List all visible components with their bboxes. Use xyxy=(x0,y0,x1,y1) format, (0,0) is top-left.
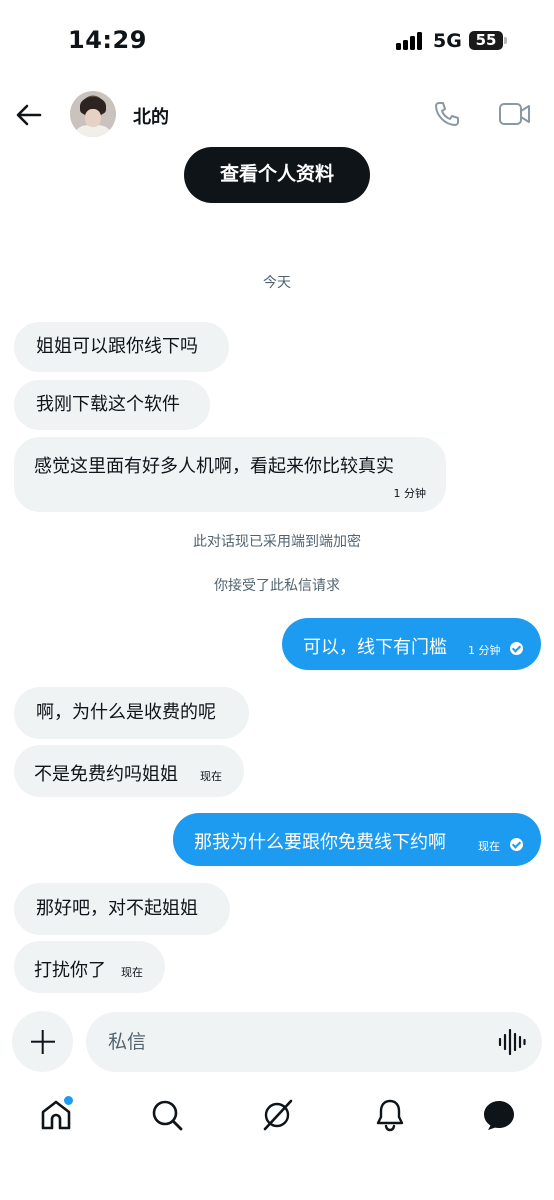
message-input-container[interactable] xyxy=(86,1012,542,1072)
date-divider: 今天 xyxy=(263,275,291,291)
conversation-name[interactable]: 北的 xyxy=(133,103,169,129)
read-check-icon xyxy=(510,642,523,655)
battery-level: 55 xyxy=(475,31,497,49)
back-arrow-icon[interactable] xyxy=(14,100,44,130)
message-bubble-incoming[interactable]: 打扰你了 现在 xyxy=(14,941,165,993)
message-bubble-incoming[interactable]: 啊，为什么是收费的呢 xyxy=(14,687,249,739)
message-bubble-incoming[interactable]: 感觉这里面有好多人机啊，看起来你比较真实 1 分钟 xyxy=(14,437,446,512)
view-profile-button[interactable]: 查看个人资料 xyxy=(184,147,370,203)
message-text: 打扰你了 xyxy=(34,960,106,981)
home-notification-dot xyxy=(62,1094,75,1107)
notifications-icon[interactable] xyxy=(373,1098,407,1132)
battery-tip xyxy=(504,37,507,44)
message-text: 啊，为什么是收费的呢 xyxy=(36,702,216,723)
encryption-notice: 此对话现已采用端到端加密 xyxy=(193,534,361,550)
add-media-button[interactable] xyxy=(12,1011,73,1072)
message-time: 1 分钟 xyxy=(393,487,427,500)
video-call-icon[interactable] xyxy=(498,101,532,127)
message-time: 现在 xyxy=(478,840,500,853)
search-icon[interactable] xyxy=(150,1098,184,1132)
message-text: 姐姐可以跟你线下吗 xyxy=(36,336,198,357)
battery-icon: 55 xyxy=(469,31,503,50)
message-bubble-incoming[interactable]: 那好吧，对不起姐姐 xyxy=(14,883,230,935)
avatar[interactable] xyxy=(70,91,116,137)
request-accepted-notice: 你接受了此私信请求 xyxy=(214,578,340,594)
voice-waveform-icon[interactable] xyxy=(498,1029,526,1055)
read-check-icon xyxy=(510,838,523,851)
network-label: 5G xyxy=(433,30,462,52)
message-time: 现在 xyxy=(121,966,143,979)
message-text: 我刚下载这个软件 xyxy=(36,394,180,415)
message-text: 可以，线下有门槛 xyxy=(303,637,447,658)
message-bubble-outgoing[interactable]: 可以，线下有门槛 1 分钟 xyxy=(282,618,541,670)
message-bubble-incoming[interactable]: 不是免费约吗姐姐 现在 xyxy=(14,745,244,797)
messages-icon[interactable] xyxy=(482,1098,516,1132)
signal-icon xyxy=(396,32,424,50)
phone-icon[interactable] xyxy=(432,99,462,129)
message-text: 不是免费约吗姐姐 xyxy=(34,764,178,785)
message-bubble-outgoing[interactable]: 那我为什么要跟你免费线下约啊 现在 xyxy=(173,813,541,866)
grok-icon[interactable] xyxy=(260,1098,294,1132)
message-bubble-incoming[interactable]: 姐姐可以跟你线下吗 xyxy=(14,322,229,372)
message-input[interactable] xyxy=(108,1012,478,1072)
message-time: 现在 xyxy=(200,770,222,783)
message-text: 那好吧，对不起姐姐 xyxy=(36,898,198,919)
message-bubble-incoming[interactable]: 我刚下载这个软件 xyxy=(14,380,210,430)
message-text: 那我为什么要跟你免费线下约啊 xyxy=(194,832,446,853)
message-time: 1 分钟 xyxy=(468,644,501,657)
message-text: 感觉这里面有好多人机啊，看起来你比较真实 xyxy=(34,456,394,477)
status-time: 14:29 xyxy=(68,26,147,54)
